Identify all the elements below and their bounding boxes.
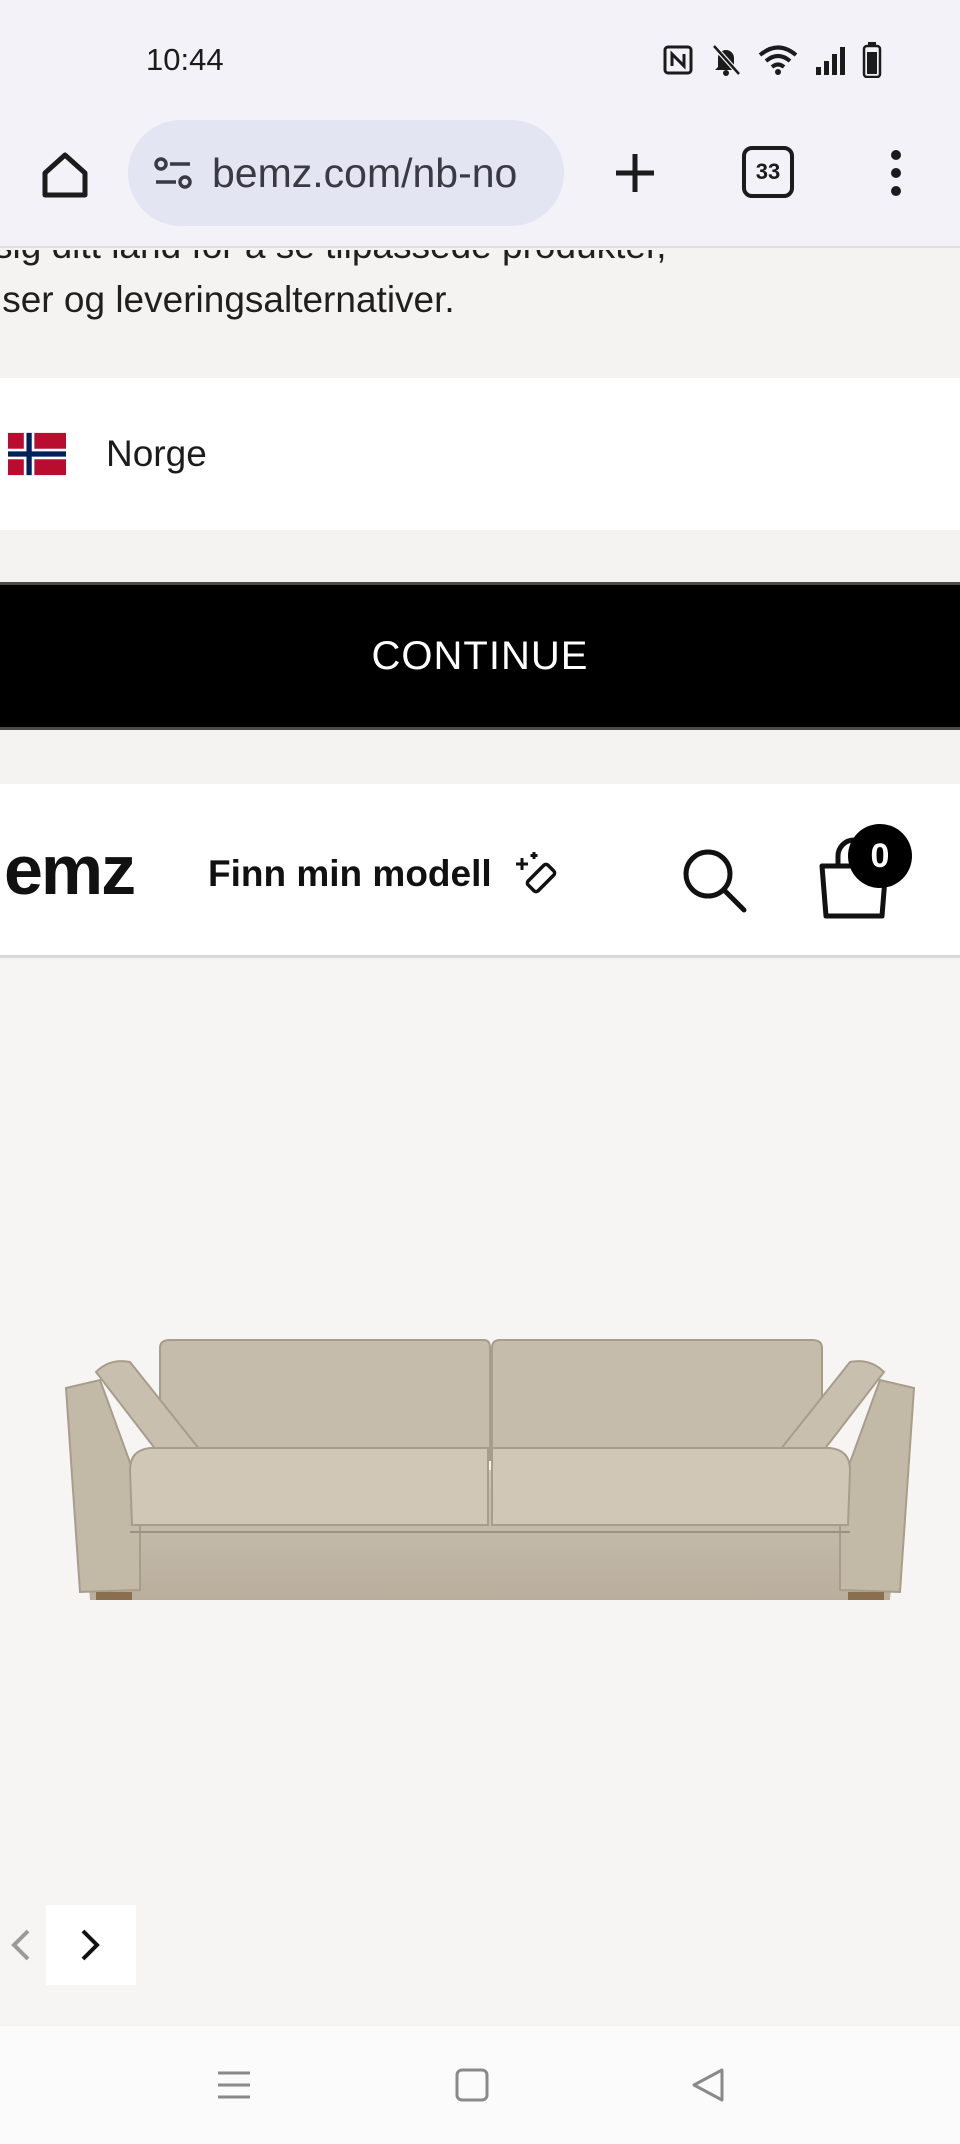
norway-flag-icon	[8, 432, 66, 476]
overflow-menu-icon	[891, 150, 901, 160]
site-logo[interactable]: emz	[4, 830, 136, 910]
magic-wand-icon	[515, 852, 557, 894]
address-bar[interactable]: bemz.com/nb-no	[128, 120, 564, 226]
sofa-product-image	[64, 1339, 916, 1600]
home-square-icon	[455, 2068, 489, 2102]
nfc-icon	[663, 45, 693, 75]
chevron-left-icon	[11, 1929, 30, 1961]
system-nav-bar	[0, 2026, 960, 2144]
back-nav-button[interactable]	[678, 2060, 738, 2110]
bell-muted-icon	[712, 44, 741, 76]
tab-switcher-button[interactable]: 33	[742, 146, 794, 198]
cart-count-badge: 0	[848, 824, 912, 888]
find-my-model-link[interactable]: Finn min modell	[208, 850, 566, 898]
wifi-icon	[758, 45, 798, 75]
search-icon	[683, 849, 747, 913]
product-image-carousel[interactable]	[0, 960, 960, 2024]
chevron-right-icon	[81, 1929, 100, 1961]
continue-button[interactable]: CONTINUE	[0, 582, 960, 730]
new-tab-icon	[616, 154, 654, 192]
country-description-line-2: iser og leveringsalternativer.	[0, 279, 455, 320]
home-nav-button[interactable]	[442, 2060, 502, 2110]
country-name: Norge	[106, 433, 207, 474]
home-icon	[42, 152, 88, 198]
country-banner: sig ditt land for å se tilpassede produk…	[0, 250, 960, 790]
country-description-line-1: sig ditt land for å se tilpassede produk…	[0, 250, 667, 272]
country-selector[interactable]: Norge	[0, 378, 960, 530]
status-bar: 10:44	[0, 0, 960, 120]
site-header: emz Finn min modell 0	[0, 784, 960, 958]
back-triangle-icon	[692, 2068, 724, 2102]
url-text: bemz.com/nb-no	[212, 149, 518, 196]
find-my-model-label: Finn min modell	[208, 853, 492, 894]
browser-toolbar: bemz.com/nb-no 33	[0, 120, 960, 248]
recent-apps-icon	[218, 2071, 250, 2099]
carousel-prev-button[interactable]	[0, 1905, 40, 1985]
status-icons	[662, 42, 882, 78]
status-time: 10:44	[146, 42, 224, 77]
new-tab-button[interactable]	[604, 142, 666, 204]
recent-apps-button[interactable]	[204, 2060, 264, 2110]
carousel-next-button[interactable]	[46, 1905, 136, 1985]
site-settings-icon[interactable]	[150, 150, 196, 196]
overflow-menu-button[interactable]	[868, 142, 924, 204]
signal-icon	[816, 47, 845, 75]
search-button[interactable]	[678, 844, 750, 916]
battery-icon	[862, 42, 882, 78]
tab-count: 33	[755, 159, 781, 184]
home-button[interactable]	[34, 144, 96, 206]
